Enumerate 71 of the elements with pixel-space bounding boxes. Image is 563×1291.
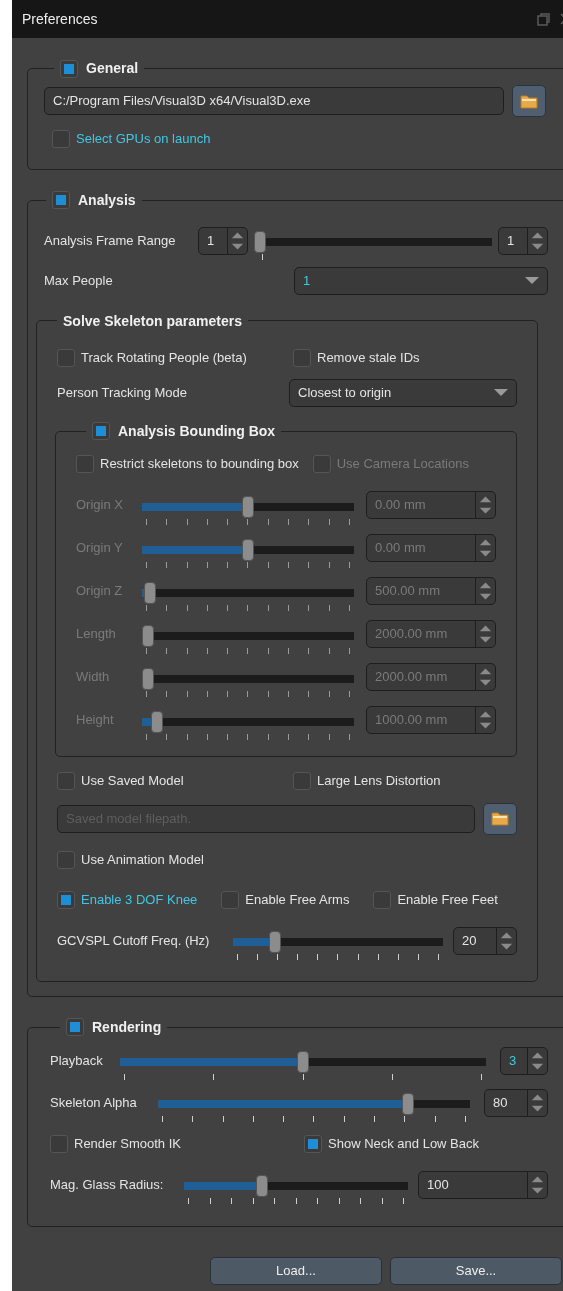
checkbox-label: Use Saved Model xyxy=(81,771,184,790)
checkbox[interactable] xyxy=(293,771,311,790)
checkbox[interactable] xyxy=(57,771,75,790)
checkbox-label: Enable Free Feet xyxy=(397,890,498,909)
checkbox[interactable] xyxy=(92,422,110,440)
field-label: Width xyxy=(76,668,111,687)
checkbox[interactable] xyxy=(57,850,75,869)
group-title: Analysis xyxy=(78,190,136,210)
checkbox[interactable] xyxy=(57,890,75,909)
spin-box[interactable]: 100 xyxy=(418,1170,548,1199)
checkbox[interactable] xyxy=(293,348,311,367)
checkbox[interactable] xyxy=(52,191,70,209)
checkbox-label: Remove stale IDs xyxy=(317,348,420,367)
checkbox-label: Select GPUs on launch xyxy=(76,130,211,148)
caret-icon xyxy=(494,388,508,397)
dropdown[interactable]: Closest to origin xyxy=(289,378,517,407)
field-label: Origin Z xyxy=(76,582,124,601)
dropdown[interactable]: 1 xyxy=(294,266,548,295)
field-label: Length xyxy=(76,625,117,644)
checkbox-label: Restrict skeletons to bounding box xyxy=(100,454,299,473)
tick-marks xyxy=(262,254,263,260)
field-label: GCVSPL Cutoff Freq. (Hz) xyxy=(57,931,211,950)
group-title: Rendering xyxy=(92,1017,162,1037)
slider-thumb[interactable] xyxy=(401,1093,414,1115)
spin-box[interactable]: 20 xyxy=(453,926,517,955)
checkbox[interactable] xyxy=(66,1018,84,1036)
checkbox[interactable] xyxy=(52,129,70,148)
caret-icon xyxy=(525,276,539,285)
slider-thumb[interactable] xyxy=(297,1051,309,1073)
browse-button[interactable] xyxy=(483,802,517,835)
checkbox[interactable] xyxy=(57,348,75,367)
field-label: Analysis Frame Range xyxy=(44,231,177,250)
path-field[interactable]: C:/Program Files/Visual3D x64/Visual3D.exe xyxy=(44,87,504,115)
action-button[interactable]: Save... xyxy=(390,1256,562,1285)
spin-box[interactable]: 1 xyxy=(198,226,248,255)
field-label: Max People xyxy=(44,271,114,290)
spin-box[interactable]: 1 xyxy=(498,226,548,255)
group-title: Solve Skeleton parameters xyxy=(63,312,242,329)
slider-thumb[interactable] xyxy=(256,1175,269,1197)
group-title: General xyxy=(86,59,139,78)
checkbox-label: Large Lens Distortion xyxy=(317,771,441,790)
browse-button[interactable] xyxy=(512,85,546,117)
checkbox[interactable] xyxy=(373,890,392,909)
field-label: Height xyxy=(76,711,115,730)
group-title: Analysis Bounding Box xyxy=(118,421,276,441)
checkbox[interactable] xyxy=(50,1134,68,1153)
slider-thumb[interactable] xyxy=(254,231,266,253)
checkbox[interactable] xyxy=(304,1134,322,1153)
action-button[interactable]: Load... xyxy=(210,1256,382,1285)
folder-icon xyxy=(491,811,509,826)
field-label: Person Tracking Mode xyxy=(57,383,189,402)
checkbox-label: Use Camera Locations xyxy=(336,454,469,473)
folder-icon xyxy=(520,93,538,109)
field-label: Playback xyxy=(50,1051,104,1070)
checkbox-label: Track Rotating People (beta) xyxy=(81,348,247,367)
checkbox-label: Show Neck and Low Back xyxy=(328,1134,480,1153)
window-title: Preferences xyxy=(22,9,98,29)
field-label: Origin X xyxy=(76,496,124,515)
checkbox-label: Render Smooth IK xyxy=(74,1134,181,1153)
spin-box[interactable]: 3 xyxy=(500,1046,548,1075)
checkbox[interactable] xyxy=(221,890,240,909)
restore-icon[interactable] xyxy=(537,12,550,26)
field-label: Skeleton Alpha xyxy=(50,1093,138,1112)
checkbox-label: Enable Free Arms xyxy=(245,890,350,909)
checkbox[interactable] xyxy=(76,454,94,473)
field-label: Mag. Glass Radius: xyxy=(50,1175,165,1194)
checkbox[interactable] xyxy=(60,59,78,78)
checkbox-label: Use Animation Model xyxy=(81,850,204,869)
checkbox-label: Enable 3 DOF Knee xyxy=(81,890,198,909)
spin-box[interactable]: 80 xyxy=(484,1088,548,1117)
slider-thumb[interactable] xyxy=(269,931,281,953)
